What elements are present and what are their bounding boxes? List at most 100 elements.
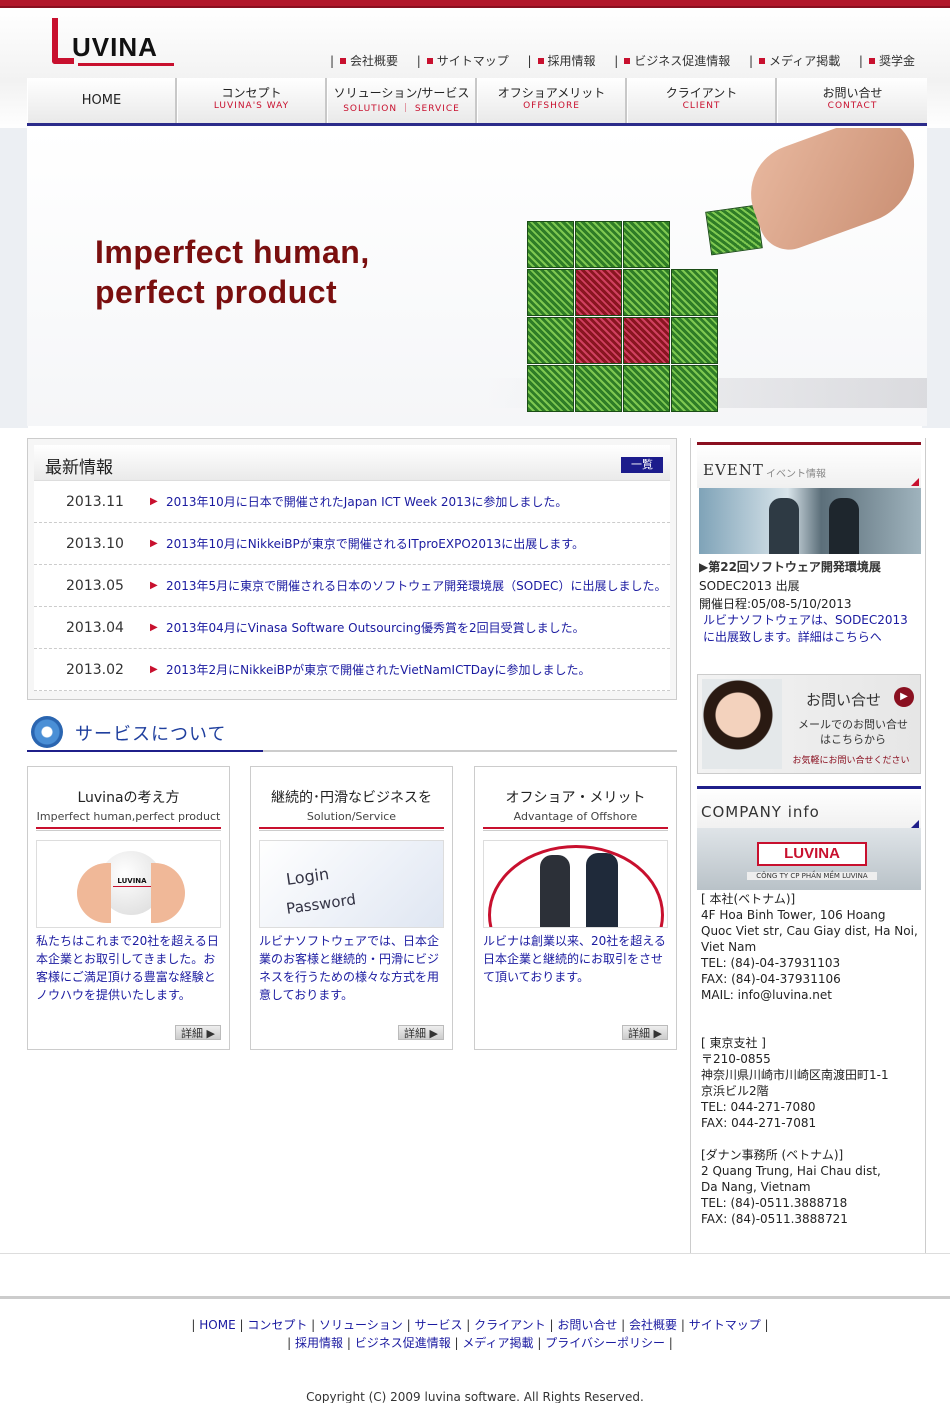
arrow-right-icon: ▶	[150, 496, 158, 507]
toplink-company[interactable]: | 会社概要	[330, 52, 398, 68]
contact-title: お問い合せ	[806, 691, 882, 709]
toplink-media[interactable]: | メディア掲載	[749, 52, 840, 68]
nav-tab-label: クライアント	[665, 86, 738, 100]
news-date: 2013.05	[66, 577, 124, 594]
card-divider	[483, 827, 668, 831]
event-subtitle: イベント情報	[766, 469, 826, 480]
contact-banner[interactable]: お問い合せ ▶ メールでのお問い合せはこちらから お気軽にお問い合せください	[697, 674, 921, 774]
corner-triangle-icon	[911, 478, 919, 486]
hero-tagline: Imperfect human, perfect product	[95, 232, 370, 312]
card-divider	[36, 827, 221, 831]
nav-tab-concept[interactable]: コンセプト LUVINA'S WAY	[177, 78, 327, 123]
toplink-recruit[interactable]: | 採用情報	[528, 52, 596, 68]
event-name: SODEC2013 出展	[699, 579, 800, 593]
news-item[interactable]: 2013.04 ▶ 2013年04月にVinasa Software Outsour…	[34, 607, 670, 649]
card-divider	[259, 827, 444, 831]
footer-links: | HOME | コンセプト | ソリューション | サービス | クライアント…	[191, 1318, 769, 1350]
left-band	[0, 128, 28, 428]
nav-tab-solution[interactable]: ソリューション/サービス SOLUTION ｜ SERVICE	[327, 78, 477, 123]
news-link[interactable]: 2013年2月にNikkeiBPが東京で開催されたVietNamICTDayに参…	[166, 661, 590, 678]
footer-link-company[interactable]: 会社概要	[629, 1318, 677, 1332]
card-subtitle: Advantage of Offshore	[513, 810, 638, 823]
service-card-philosophy: Luvinaの考え方 Imperfect human,perfect produ…	[27, 766, 230, 1050]
footer-link-client[interactable]: クライアント	[474, 1318, 546, 1332]
details-button[interactable]: 詳細 ▶	[622, 1025, 668, 1040]
company-address: [ 本社(ベトナム)] 4F Hoa Binh Tower, 106 Hoang…	[701, 892, 918, 1226]
square-bullet-icon	[537, 58, 544, 64]
footer: | HOME | コンセプト | ソリューション | サービス | クライアント…	[0, 1296, 950, 1403]
footer-link-sitemap[interactable]: サイトマップ	[689, 1318, 761, 1332]
hero-line-2: perfect product	[95, 274, 338, 310]
card-title: 継続的･円滑なビジネスを	[271, 790, 432, 806]
logo-text: UVINA	[72, 32, 158, 62]
contact-note: お気軽にお問い合せください	[792, 756, 910, 766]
news-list-button[interactable]: 一覧	[621, 457, 663, 473]
footer-link-service[interactable]: サービス	[414, 1318, 462, 1332]
company-title: COMPANY info	[701, 803, 820, 821]
arrow-right-icon: ▶	[150, 622, 158, 633]
news-date: 2013.04	[66, 619, 124, 636]
footer-link-solution[interactable]: ソリューション	[319, 1318, 403, 1332]
event-link[interactable]: ルビナソフトウェアは、SODEC2013に出展致します。詳細はこちらへ	[703, 612, 915, 646]
news-date: 2013.02	[66, 661, 124, 678]
news-link[interactable]: 2013年5月に東京で開催される日本のソフトウェア開発環境展（SODEC）に出展…	[166, 577, 666, 594]
nav-tab-offshore[interactable]: オフショアメリット OFFSHORE	[477, 78, 627, 123]
square-bullet-icon	[868, 58, 875, 64]
toplink-scholarship[interactable]: | 奨学金	[859, 52, 915, 68]
arrow-right-icon: ▶	[150, 538, 158, 549]
card-title: オフショア・メリット	[505, 790, 646, 806]
news-link[interactable]: 2013年10月にNikkeiBPが東京で開催されるITproEXPO2013に…	[166, 535, 584, 552]
nav-tab-contact[interactable]: お問い合せ CONTACT	[777, 78, 927, 123]
square-bullet-icon	[624, 58, 631, 64]
password-image-label: Password	[285, 890, 357, 918]
details-button[interactable]: 詳細 ▶	[175, 1025, 221, 1040]
footer-link-contact[interactable]: お問い合せ	[557, 1318, 617, 1332]
right-sidebar: EVENT イベント情報 ▶第22回ソフトウェア開発環境展 SODEC2013 …	[690, 438, 926, 1253]
card-subtitle: Solution/Service	[306, 810, 397, 823]
card-description: ルビナは創業以来、20社を超える日本企業と継続的にお取引をさせて頂いております。	[483, 934, 666, 984]
toplink-label: 奨学金	[878, 54, 915, 68]
operator-photo	[702, 679, 782, 769]
footer-link-recruit[interactable]: 採用情報	[295, 1336, 343, 1350]
event-photo[interactable]	[699, 488, 921, 554]
luvina-logo[interactable]: UVINA	[52, 18, 177, 66]
news-link[interactable]: 2013年04月にVinasa Software Outsourcing優秀賞を…	[166, 619, 585, 636]
footer-link-privacy[interactable]: プライバシーポリシー	[545, 1336, 665, 1350]
main-nav: HOME コンセプト LUVINA'S WAY ソリューション/サービス SOLUT…	[27, 78, 927, 126]
login-image-label: Login	[284, 864, 331, 889]
news-date: 2013.11	[66, 493, 124, 510]
toplink-label: メディア掲載	[769, 54, 841, 68]
footer-link-business[interactable]: ビジネス促進情報	[355, 1336, 451, 1350]
details-button[interactable]: 詳細 ▶	[398, 1025, 444, 1040]
news-item[interactable]: 2013.10 ▶ 2013年10月にNikkeiBPが東京で開催されるITproE…	[34, 523, 670, 565]
nav-tab-client[interactable]: クライアント CLIENT	[627, 78, 777, 123]
play-arrow-icon: ▶	[894, 687, 914, 707]
event-headline[interactable]: ▶第22回ソフトウェア開発環境展	[699, 558, 881, 575]
news-list: 2013.11 ▶ 2013年10月に日本で開催されたJapan ICT Week …	[34, 481, 670, 691]
hand-image	[737, 128, 927, 259]
nav-tab-sublabel: CLIENT	[682, 101, 721, 111]
news-date: 2013.10	[66, 535, 124, 552]
news-item[interactable]: 2013.05 ▶ 2013年5月に東京で開催される日本のソフトウェア開発環境展（S…	[34, 565, 670, 607]
square-bullet-icon	[426, 58, 433, 64]
news-panel: 最新情報 一覧 2013.11 ▶ 2013年10月に日本で開催されたJapan I…	[27, 438, 677, 700]
nav-tab-label: オフショアメリット	[497, 86, 606, 100]
news-item[interactable]: 2013.02 ▶ 2013年2月にNikkeiBPが東京で開催されたVietNam…	[34, 649, 670, 691]
toplink-business[interactable]: | ビジネス促進情報	[614, 52, 730, 68]
footer-link-media[interactable]: メディア掲載	[462, 1336, 533, 1350]
square-bullet-icon	[759, 58, 766, 64]
news-item[interactable]: 2013.11 ▶ 2013年10月に日本で開催されたJapan ICT Week …	[34, 481, 670, 523]
news-link[interactable]: 2013年10月に日本で開催されたJapan ICT Week 2013に参加し…	[166, 493, 567, 510]
footer-link-concept[interactable]: コンセプト	[247, 1318, 307, 1332]
toplink-sitemap[interactable]: | サイトマップ	[417, 52, 509, 68]
arrow-right-icon: ▶	[150, 664, 158, 675]
nav-tab-home[interactable]: HOME	[27, 78, 177, 123]
login-screen-image: Login Password	[259, 840, 444, 928]
logo-underline	[78, 63, 174, 66]
nav-tab-sublabel: OFFSHORE	[523, 101, 580, 111]
circuit-cube-image	[527, 221, 718, 412]
event-dates: 開催日程:05/08-5/10/2013	[699, 597, 852, 611]
footer-link-home[interactable]: HOME	[199, 1318, 235, 1332]
card-title: Luvinaの考え方	[77, 790, 180, 806]
toplink-label: 会社概要	[350, 54, 399, 68]
